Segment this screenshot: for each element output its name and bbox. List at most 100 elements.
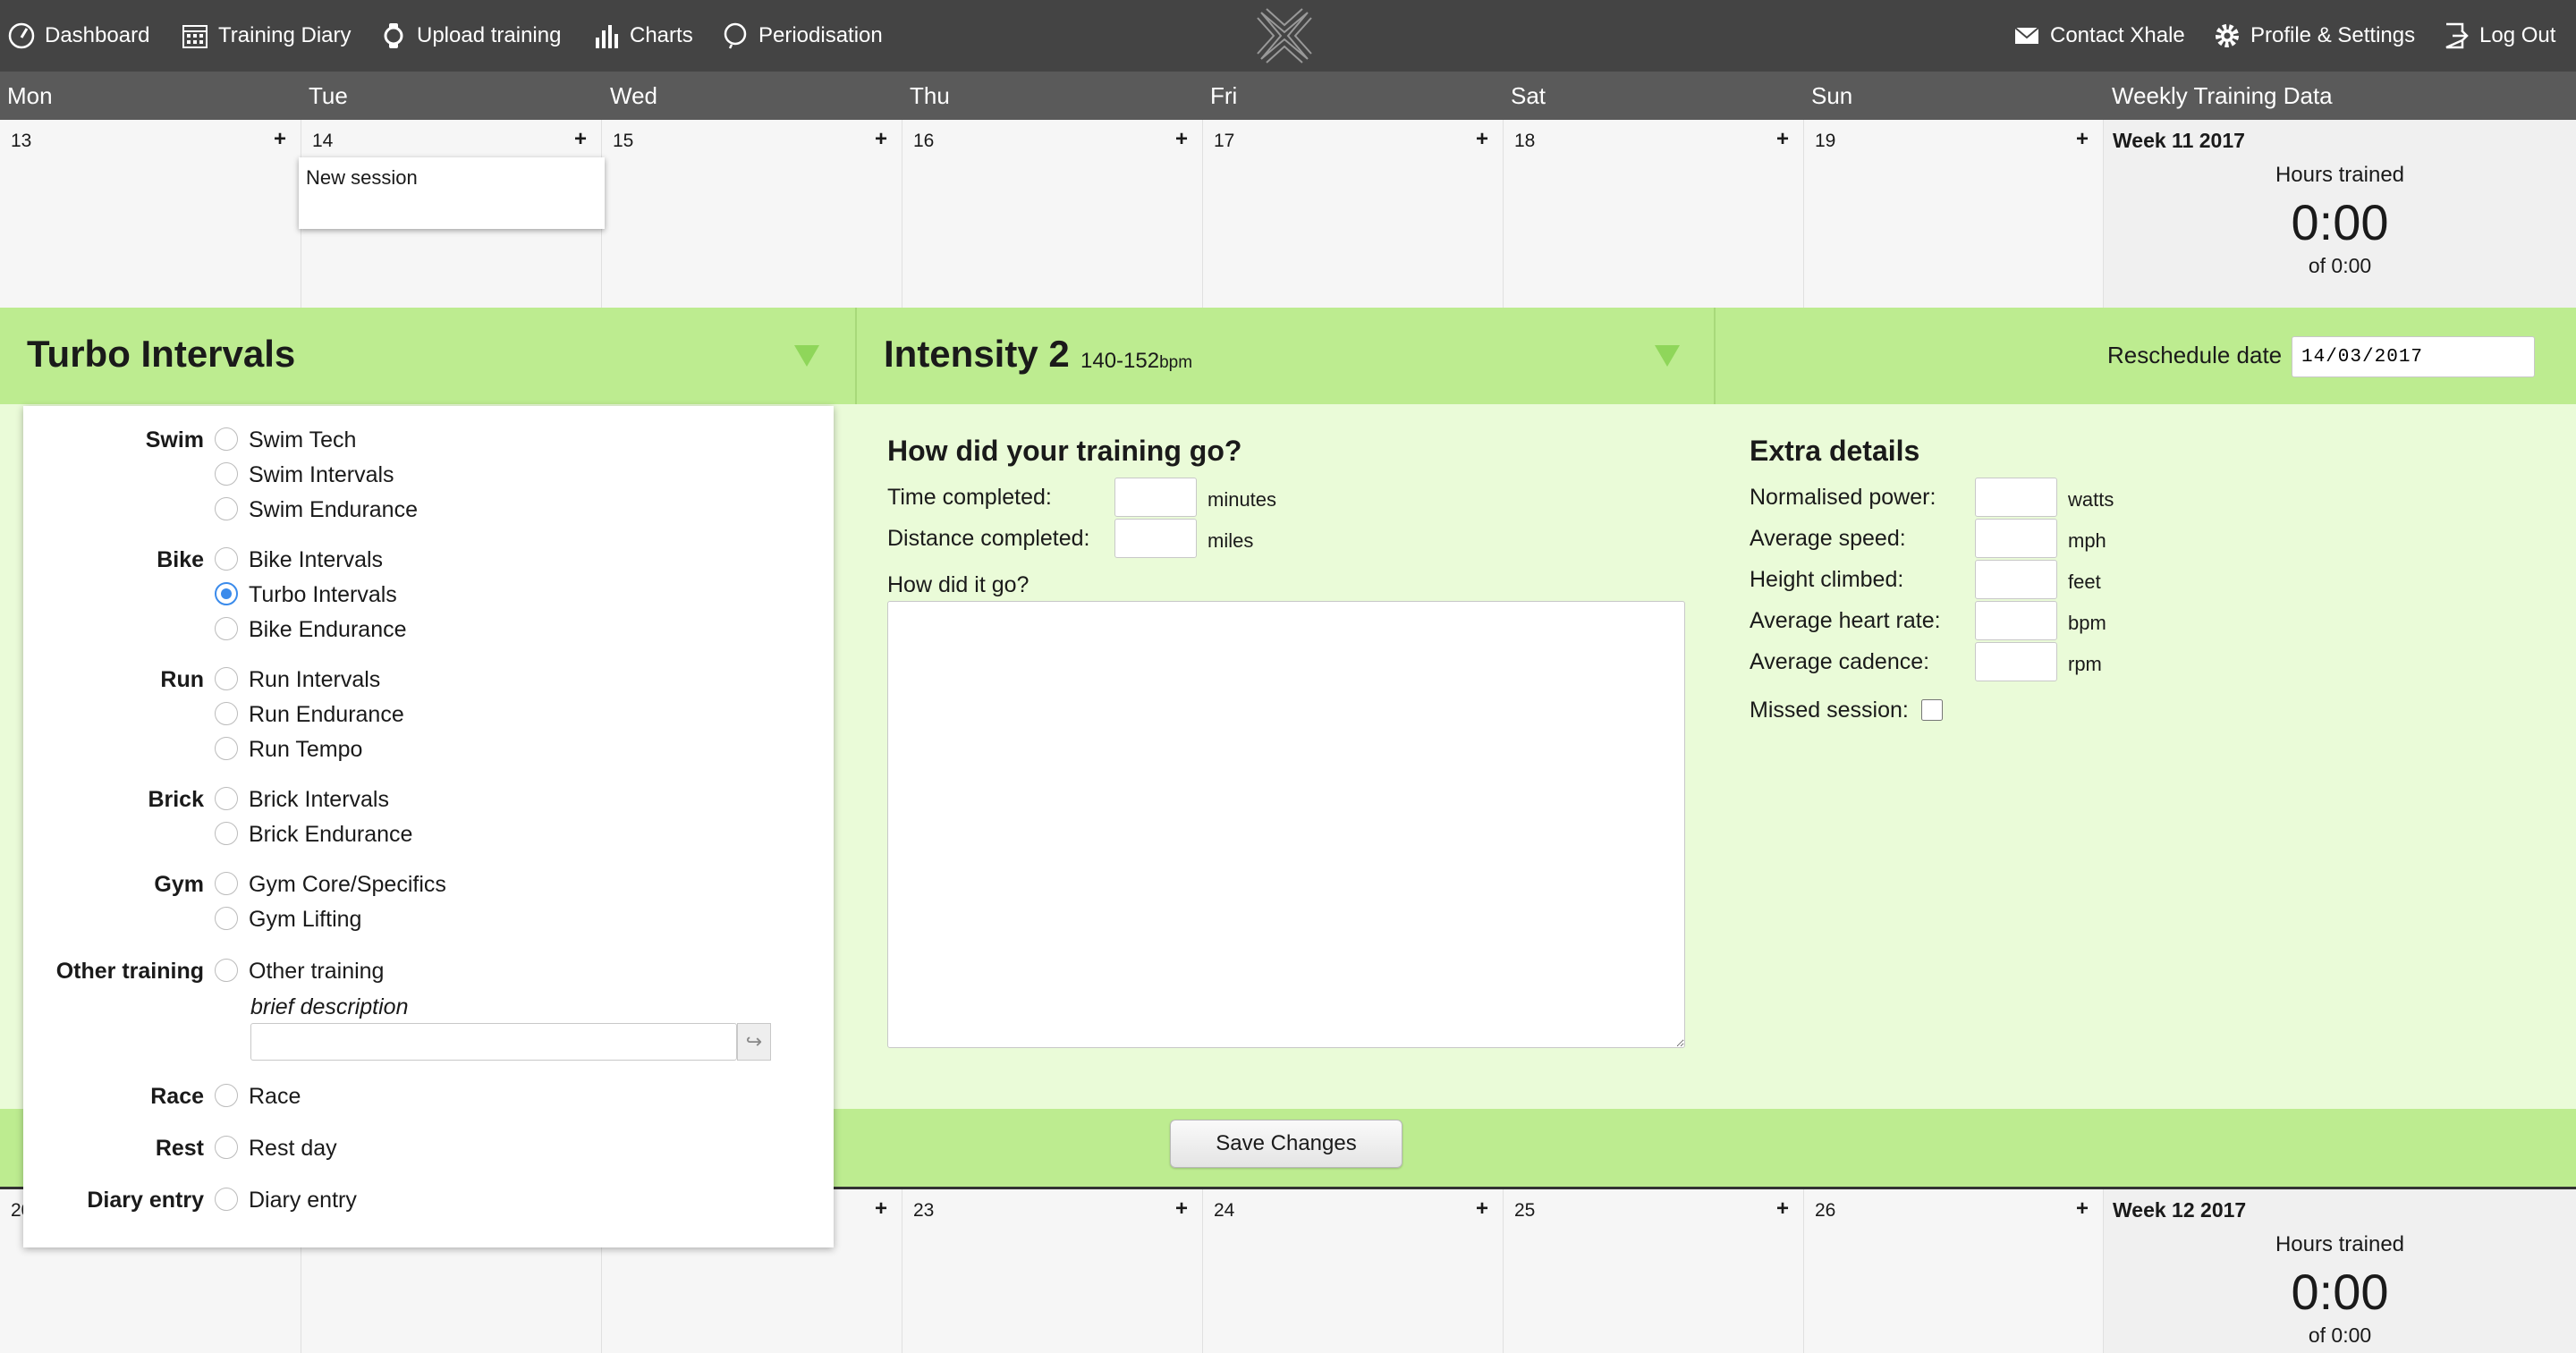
- option-swim-endurance[interactable]: Swim Endurance: [249, 497, 418, 523]
- radio-diary-entry[interactable]: [215, 1188, 238, 1211]
- option-rest-day[interactable]: Rest day: [249, 1136, 337, 1162]
- nav-dashboard[interactable]: Dashboard: [7, 0, 149, 72]
- new-session-popup[interactable]: New session: [299, 157, 605, 229]
- day-number: 19: [1815, 131, 1836, 151]
- option-run-tempo[interactable]: Run Tempo: [249, 737, 362, 763]
- nav-training-diary[interactable]: Training Diary: [181, 0, 352, 72]
- option-bike-intervals[interactable]: Bike Intervals: [249, 547, 383, 573]
- radio-run-intervals[interactable]: [215, 667, 238, 690]
- radio-run-endurance[interactable]: [215, 702, 238, 725]
- add-session-button[interactable]: +: [875, 1197, 887, 1222]
- distance-completed-input[interactable]: [1114, 519, 1197, 558]
- intensity-title[interactable]: Intensity 2: [884, 333, 1070, 376]
- add-session-button[interactable]: +: [1776, 127, 1789, 152]
- intensity-dropdown-icon[interactable]: [1655, 345, 1680, 367]
- group-label-swim: Swim: [145, 427, 204, 452]
- radio-turbo-intervals[interactable]: [215, 582, 238, 605]
- day-number: 24: [1214, 1200, 1235, 1221]
- add-session-button[interactable]: +: [2076, 1197, 2089, 1222]
- day-cell[interactable]: 19 +: [1804, 120, 2104, 308]
- how-did-it-go-textarea[interactable]: [887, 601, 1685, 1048]
- missed-session-checkbox[interactable]: [1921, 699, 1943, 721]
- nav-logout[interactable]: Log Out: [2442, 0, 2555, 72]
- option-brick-intervals[interactable]: Brick Intervals: [249, 787, 389, 813]
- radio-bike-endurance[interactable]: [215, 617, 238, 640]
- brief-description-input[interactable]: [250, 1023, 737, 1061]
- radio-run-tempo[interactable]: [215, 737, 238, 760]
- day-cell[interactable]: 16 +: [902, 120, 1203, 308]
- day-number: 18: [1514, 131, 1536, 151]
- nav-periodisation-label: Periodisation: [758, 23, 883, 47]
- save-changes-button[interactable]: Save Changes: [1170, 1120, 1402, 1168]
- day-cell[interactable]: 13 +: [0, 120, 301, 308]
- session-type-title[interactable]: Turbo Intervals: [27, 333, 295, 376]
- radio-race[interactable]: [215, 1084, 238, 1107]
- add-session-button[interactable]: +: [1175, 127, 1188, 152]
- option-swim-tech[interactable]: Swim Tech: [249, 427, 356, 453]
- option-brick-endurance[interactable]: Brick Endurance: [249, 822, 412, 848]
- day-cell[interactable]: 15 +: [602, 120, 902, 308]
- option-race[interactable]: Race: [249, 1084, 301, 1110]
- add-session-button[interactable]: +: [574, 127, 587, 152]
- group-label-rest: Rest: [155, 1136, 204, 1161]
- radio-swim-tech[interactable]: [215, 427, 238, 451]
- day-cell[interactable]: 23 +: [902, 1189, 1203, 1353]
- nav-charts[interactable]: Charts: [592, 0, 693, 72]
- nav-profile-settings[interactable]: Profile & Settings: [2213, 0, 2415, 72]
- add-session-button[interactable]: +: [1476, 127, 1488, 152]
- reschedule-date-input[interactable]: [2292, 336, 2535, 377]
- option-turbo-intervals[interactable]: Turbo Intervals: [249, 582, 397, 608]
- average-speed-input[interactable]: [1975, 519, 2057, 558]
- xhale-logo[interactable]: [1254, 5, 1315, 66]
- option-run-endurance[interactable]: Run Endurance: [249, 702, 404, 728]
- reschedule-label: Reschedule date: [2107, 342, 2283, 368]
- time-completed-input[interactable]: [1114, 478, 1197, 517]
- option-diary-entry[interactable]: Diary entry: [249, 1188, 357, 1213]
- nav-contact[interactable]: Contact Xhale: [2012, 0, 2185, 72]
- height-climbed-input[interactable]: [1975, 560, 2057, 599]
- option-bike-endurance[interactable]: Bike Endurance: [249, 617, 407, 643]
- day-cell[interactable]: 17 +: [1203, 120, 1504, 308]
- day-header-thu: Thu: [910, 82, 950, 109]
- weekly-data-header: Weekly Training Data: [2112, 82, 2333, 109]
- distance-unit: miles: [1208, 529, 1254, 552]
- add-session-button[interactable]: +: [2076, 127, 2089, 152]
- hours-trained-label: Hours trained: [2275, 163, 2405, 187]
- radio-brick-intervals[interactable]: [215, 787, 238, 810]
- radio-gym-lifting[interactable]: [215, 907, 238, 930]
- group-label-bike: Bike: [157, 547, 204, 572]
- day-cell[interactable]: 18 +: [1504, 120, 1804, 308]
- watch-icon: [384, 23, 403, 48]
- nav-upload-training[interactable]: Upload training: [379, 0, 561, 72]
- nav-periodisation[interactable]: Periodisation: [721, 0, 883, 72]
- session-type-dropdown-icon[interactable]: [794, 345, 819, 367]
- how-did-it-go-label: How did it go?: [887, 572, 1030, 597]
- intensity-range-value: 140-152: [1080, 349, 1160, 373]
- add-session-button[interactable]: +: [875, 127, 887, 152]
- average-cadence-input[interactable]: [1975, 642, 2057, 681]
- add-session-button[interactable]: +: [1175, 1197, 1188, 1222]
- average-heart-rate-input[interactable]: [1975, 601, 2057, 640]
- radio-swim-intervals[interactable]: [215, 462, 238, 486]
- radio-bike-intervals[interactable]: [215, 547, 238, 571]
- add-session-button[interactable]: +: [1476, 1197, 1488, 1222]
- normalised-power-input[interactable]: [1975, 478, 2057, 517]
- option-gym-lifting[interactable]: Gym Lifting: [249, 907, 361, 933]
- option-other-training[interactable]: Other training: [249, 959, 384, 985]
- option-swim-intervals[interactable]: Swim Intervals: [249, 462, 394, 488]
- radio-gym-core[interactable]: [215, 872, 238, 895]
- return-icon[interactable]: ↪: [737, 1023, 771, 1061]
- how-did-it-go-heading: How did your training go?: [887, 435, 1242, 467]
- option-gym-core[interactable]: Gym Core/Specifics: [249, 872, 446, 898]
- day-cell[interactable]: 24 +: [1203, 1189, 1504, 1353]
- radio-swim-endurance[interactable]: [215, 497, 238, 520]
- radio-rest-day[interactable]: [215, 1136, 238, 1159]
- radio-brick-endurance[interactable]: [215, 822, 238, 845]
- day-cell[interactable]: 26 +: [1804, 1189, 2104, 1353]
- nav-training-diary-label: Training Diary: [218, 23, 352, 47]
- day-cell[interactable]: 25 +: [1504, 1189, 1804, 1353]
- radio-other-training[interactable]: [215, 959, 238, 982]
- add-session-button[interactable]: +: [274, 127, 286, 152]
- add-session-button[interactable]: +: [1776, 1197, 1789, 1222]
- option-run-intervals[interactable]: Run Intervals: [249, 667, 380, 693]
